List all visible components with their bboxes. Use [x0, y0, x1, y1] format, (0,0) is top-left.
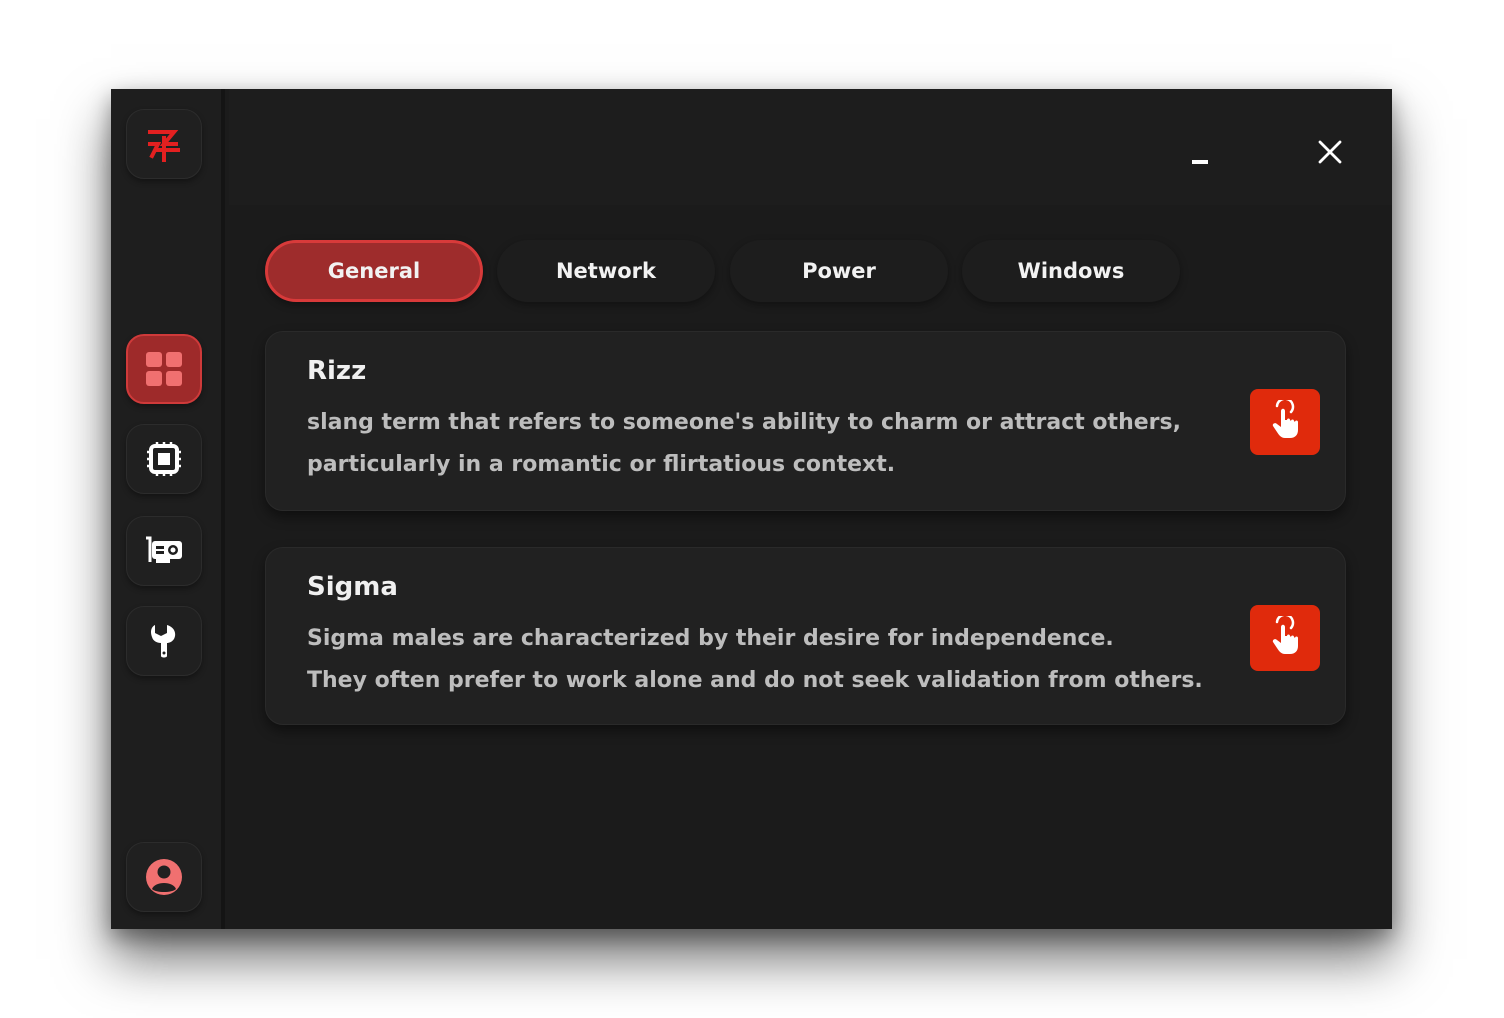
sidebar-item-tools[interactable]: [126, 606, 202, 676]
app-window: General Network Power Windows Rizz slang…: [111, 89, 1392, 929]
user-circle-icon: [145, 858, 183, 896]
apply-tweak-button[interactable]: [1250, 389, 1320, 455]
tweak-description-line: slang term that refers to someone's abil…: [307, 410, 1181, 435]
sidebar: [111, 89, 225, 929]
logo-icon: [144, 124, 184, 164]
close-icon: [1318, 140, 1342, 168]
tap-hand-icon: [1268, 613, 1302, 660]
wrench-icon: [148, 623, 180, 659]
apply-tweak-button[interactable]: [1250, 605, 1320, 671]
sidebar-item-gpu[interactable]: [126, 516, 202, 586]
tap-hand-icon: [1268, 397, 1302, 444]
close-button[interactable]: [1310, 134, 1350, 174]
tweak-description-line: They often prefer to work alone and do n…: [307, 668, 1203, 693]
tweak-card-sigma: Sigma Sigma males are characterized by t…: [265, 547, 1346, 725]
tab-windows[interactable]: Windows: [962, 240, 1180, 302]
tweak-description-line: particularly in a romantic or flirtatiou…: [307, 452, 896, 477]
tweak-description: slang term that refers to someone's abil…: [307, 402, 1247, 486]
tweak-description: Sigma males are characterized by their d…: [307, 618, 1247, 702]
gpu-card-icon: [144, 535, 184, 567]
title-bar: [229, 89, 1392, 205]
tab-general[interactable]: General: [265, 240, 483, 302]
tweak-title: Sigma: [307, 572, 398, 602]
tweak-card-rizz: Rizz slang term that refers to someone's…: [265, 331, 1346, 511]
sidebar-item-dashboard[interactable]: [126, 334, 202, 404]
minimize-button[interactable]: [1180, 139, 1220, 179]
sidebar-item-cpu[interactable]: [126, 424, 202, 494]
tweak-title: Rizz: [307, 356, 367, 386]
tab-power[interactable]: Power: [730, 240, 948, 302]
tab-network[interactable]: Network: [497, 240, 715, 302]
logo-button[interactable]: [126, 109, 202, 179]
profile-button[interactable]: [126, 842, 202, 912]
cpu-chip-icon: [146, 441, 182, 477]
tweak-description-line: Sigma males are characterized by their d…: [307, 626, 1114, 651]
grid-icon: [145, 351, 183, 387]
minimize-icon: [1191, 150, 1209, 169]
